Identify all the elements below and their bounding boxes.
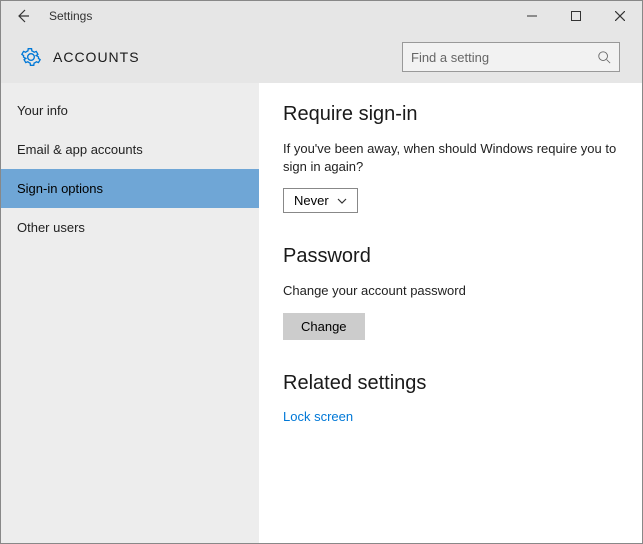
close-icon	[615, 11, 625, 21]
search-box[interactable]	[402, 42, 620, 72]
header-bar: ACCOUNTS	[1, 31, 642, 83]
lock-screen-link[interactable]: Lock screen	[283, 409, 618, 424]
require-signin-dropdown[interactable]: Never	[283, 188, 358, 213]
related-settings-heading: Related settings	[283, 372, 618, 395]
section-title: ACCOUNTS	[53, 49, 140, 65]
password-description: Change your account password	[283, 282, 618, 300]
maximize-button[interactable]	[554, 1, 598, 31]
sidebar-item-other-users[interactable]: Other users	[1, 208, 259, 247]
change-password-button[interactable]: Change	[283, 313, 365, 340]
close-button[interactable]	[598, 1, 642, 31]
window-title: Settings	[49, 9, 92, 23]
minimize-button[interactable]	[510, 1, 554, 31]
require-signin-heading: Require sign-in	[283, 103, 618, 126]
title-bar: Settings	[1, 1, 642, 31]
require-signin-description: If you've been away, when should Windows…	[283, 140, 618, 176]
back-button[interactable]	[11, 8, 35, 24]
sidebar: Your info Email & app accounts Sign-in o…	[1, 83, 259, 543]
dropdown-selected-value: Never	[294, 193, 329, 208]
back-arrow-icon	[15, 8, 31, 24]
sidebar-item-your-info[interactable]: Your info	[1, 91, 259, 130]
sidebar-item-sign-in-options[interactable]: Sign-in options	[1, 169, 259, 208]
password-heading: Password	[283, 245, 618, 268]
sidebar-item-email-accounts[interactable]: Email & app accounts	[1, 130, 259, 169]
main-content: Require sign-in If you've been away, whe…	[259, 83, 642, 543]
maximize-icon	[571, 11, 581, 21]
settings-gear-icon	[21, 47, 41, 67]
search-icon	[597, 50, 611, 64]
chevron-down-icon	[337, 198, 347, 204]
minimize-icon	[527, 11, 537, 21]
search-input[interactable]	[411, 50, 597, 65]
